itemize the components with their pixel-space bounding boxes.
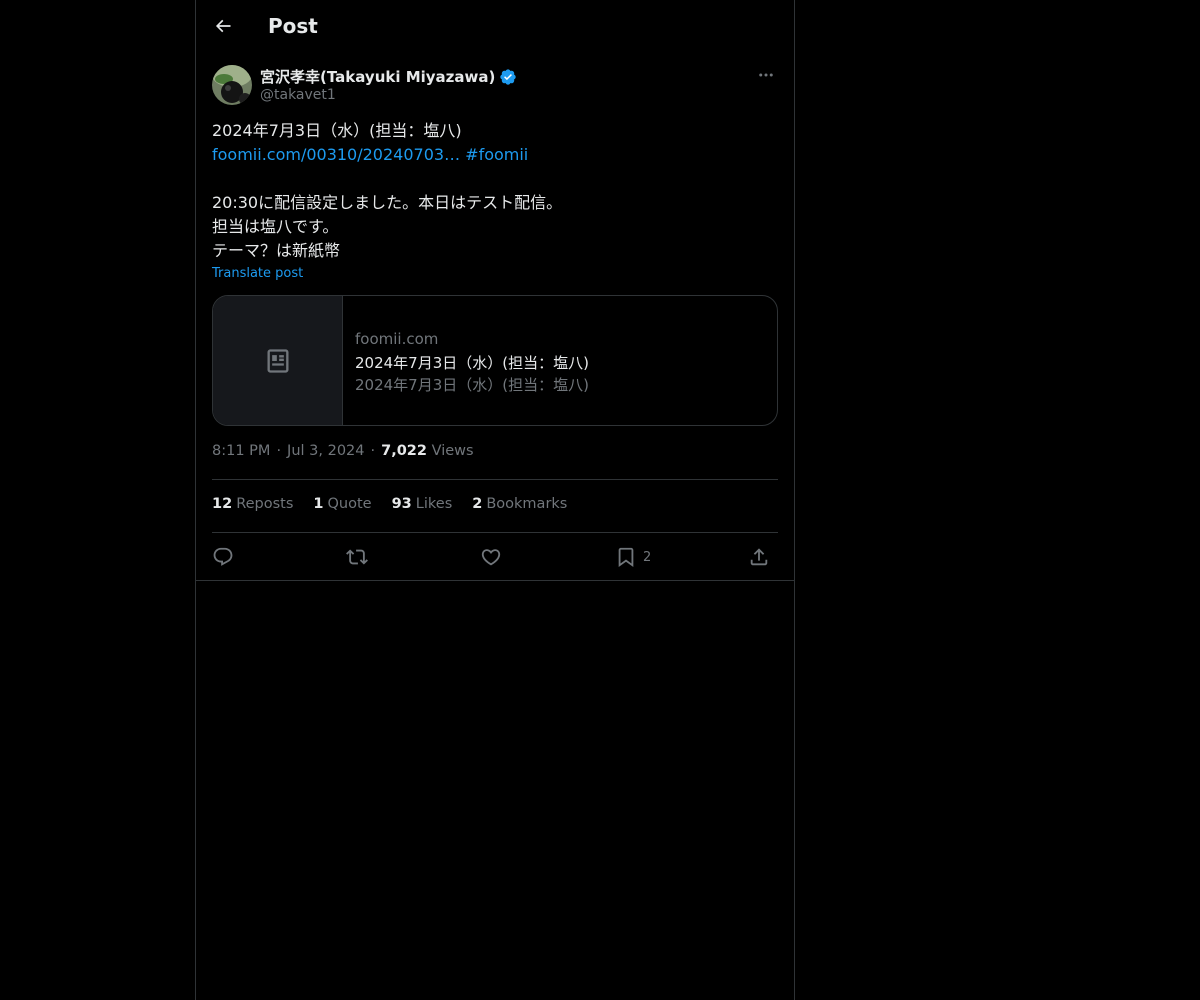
reply-button[interactable] (212, 540, 234, 574)
post-line: 20:30に配信設定しました。本日はテスト配信。 (212, 193, 563, 212)
meta-separator: · (370, 443, 376, 459)
translate-post-link[interactable]: Translate post (212, 266, 303, 281)
post-author: 宮沢孝幸(Takayuki Miyazawa) @takavet1 (212, 65, 778, 105)
reply-icon (213, 547, 233, 566)
action-bar: 2 (212, 540, 778, 574)
post-time[interactable]: 8:11 PM (212, 443, 270, 459)
post-link-line: foomii.com/00310/20240703… #foomii (212, 143, 778, 167)
like-button[interactable] (480, 540, 502, 574)
stat-label: Likes (415, 496, 453, 512)
post-line: テーマ？は新紙幣 (212, 241, 341, 260)
article-icon (267, 348, 288, 373)
repost-icon (346, 549, 368, 565)
divider (212, 479, 778, 480)
share-icon (750, 548, 768, 566)
post-meta: 8:11 PM · Jul 3, 2024 · 7,022 Views (212, 443, 474, 459)
page-title: Post (268, 14, 318, 38)
card-domain: foomii.com (355, 330, 439, 348)
post-line: 2024年7月3日（水）(担当：塩八) (212, 121, 462, 140)
author-name-row: 宮沢孝幸(Takayuki Miyazawa) (260, 66, 517, 87)
link-card[interactable]: foomii.com 2024年7月3日（水）(担当：塩八) 2024年7月3日… (212, 295, 778, 426)
heart-icon (481, 549, 501, 566)
post-text: 2024年7月3日（水）(担当：塩八) foomii.com/00310/202… (212, 119, 778, 263)
more-button[interactable] (754, 65, 778, 85)
meta-separator: · (276, 443, 282, 459)
stat-label: Bookmarks (486, 496, 568, 512)
stat-bookmarks[interactable]: 2 Bookmarks (472, 496, 567, 512)
share-button[interactable] (748, 540, 770, 574)
stat-label: Reposts (236, 496, 294, 512)
stat-label: Quote (327, 496, 372, 512)
card-thumbnail (213, 296, 343, 425)
more-dots-icon (759, 73, 773, 77)
back-button[interactable] (208, 11, 238, 41)
bookmark-button[interactable]: 2 (615, 540, 651, 574)
author-handle[interactable]: @takavet1 (260, 87, 336, 103)
post-views: 7,022 Views (381, 443, 473, 459)
post-date[interactable]: Jul 3, 2024 (287, 443, 364, 459)
views-label: Views (431, 443, 474, 459)
verified-badge-icon (500, 68, 517, 85)
bookmark-count: 2 (643, 549, 652, 565)
stat-count: 93 (391, 496, 412, 512)
page-header: Post (196, 0, 794, 54)
divider (212, 532, 778, 533)
post-bottom-border (196, 580, 794, 581)
primary-column: Post 宮沢孝幸(Takayuki Miyazawa) @takavet1 2… (195, 0, 795, 1000)
avatar[interactable] (212, 65, 252, 105)
stat-count: 12 (212, 496, 233, 512)
arrow-left-icon (215, 19, 231, 33)
card-description: 2024年7月3日（水）(担当：塩八) (355, 376, 589, 394)
stat-likes[interactable]: 93 Likes (392, 496, 453, 512)
author-name[interactable]: 宮沢孝幸(Takayuki Miyazawa) (260, 66, 495, 87)
post-hashtag[interactable]: #foomii (465, 145, 528, 164)
post-line: 担当は塩八です。 (212, 217, 339, 236)
stat-count: 1 (313, 496, 324, 512)
stat-reposts[interactable]: 12 Reposts (212, 496, 293, 512)
bookmark-icon (618, 547, 634, 568)
repost-button[interactable] (346, 540, 368, 574)
views-count: 7,022 (381, 443, 427, 459)
stat-quotes[interactable]: 1 Quote (313, 496, 371, 512)
post-stats: 12 Reposts 1 Quote 93 Likes 2 Bookmarks (212, 496, 567, 512)
card-title: 2024年7月3日（水）(担当：塩八) (355, 354, 589, 372)
stat-count: 2 (472, 496, 483, 512)
post-link[interactable]: foomii.com/00310/20240703… (212, 145, 460, 164)
avatar-image (212, 65, 252, 105)
